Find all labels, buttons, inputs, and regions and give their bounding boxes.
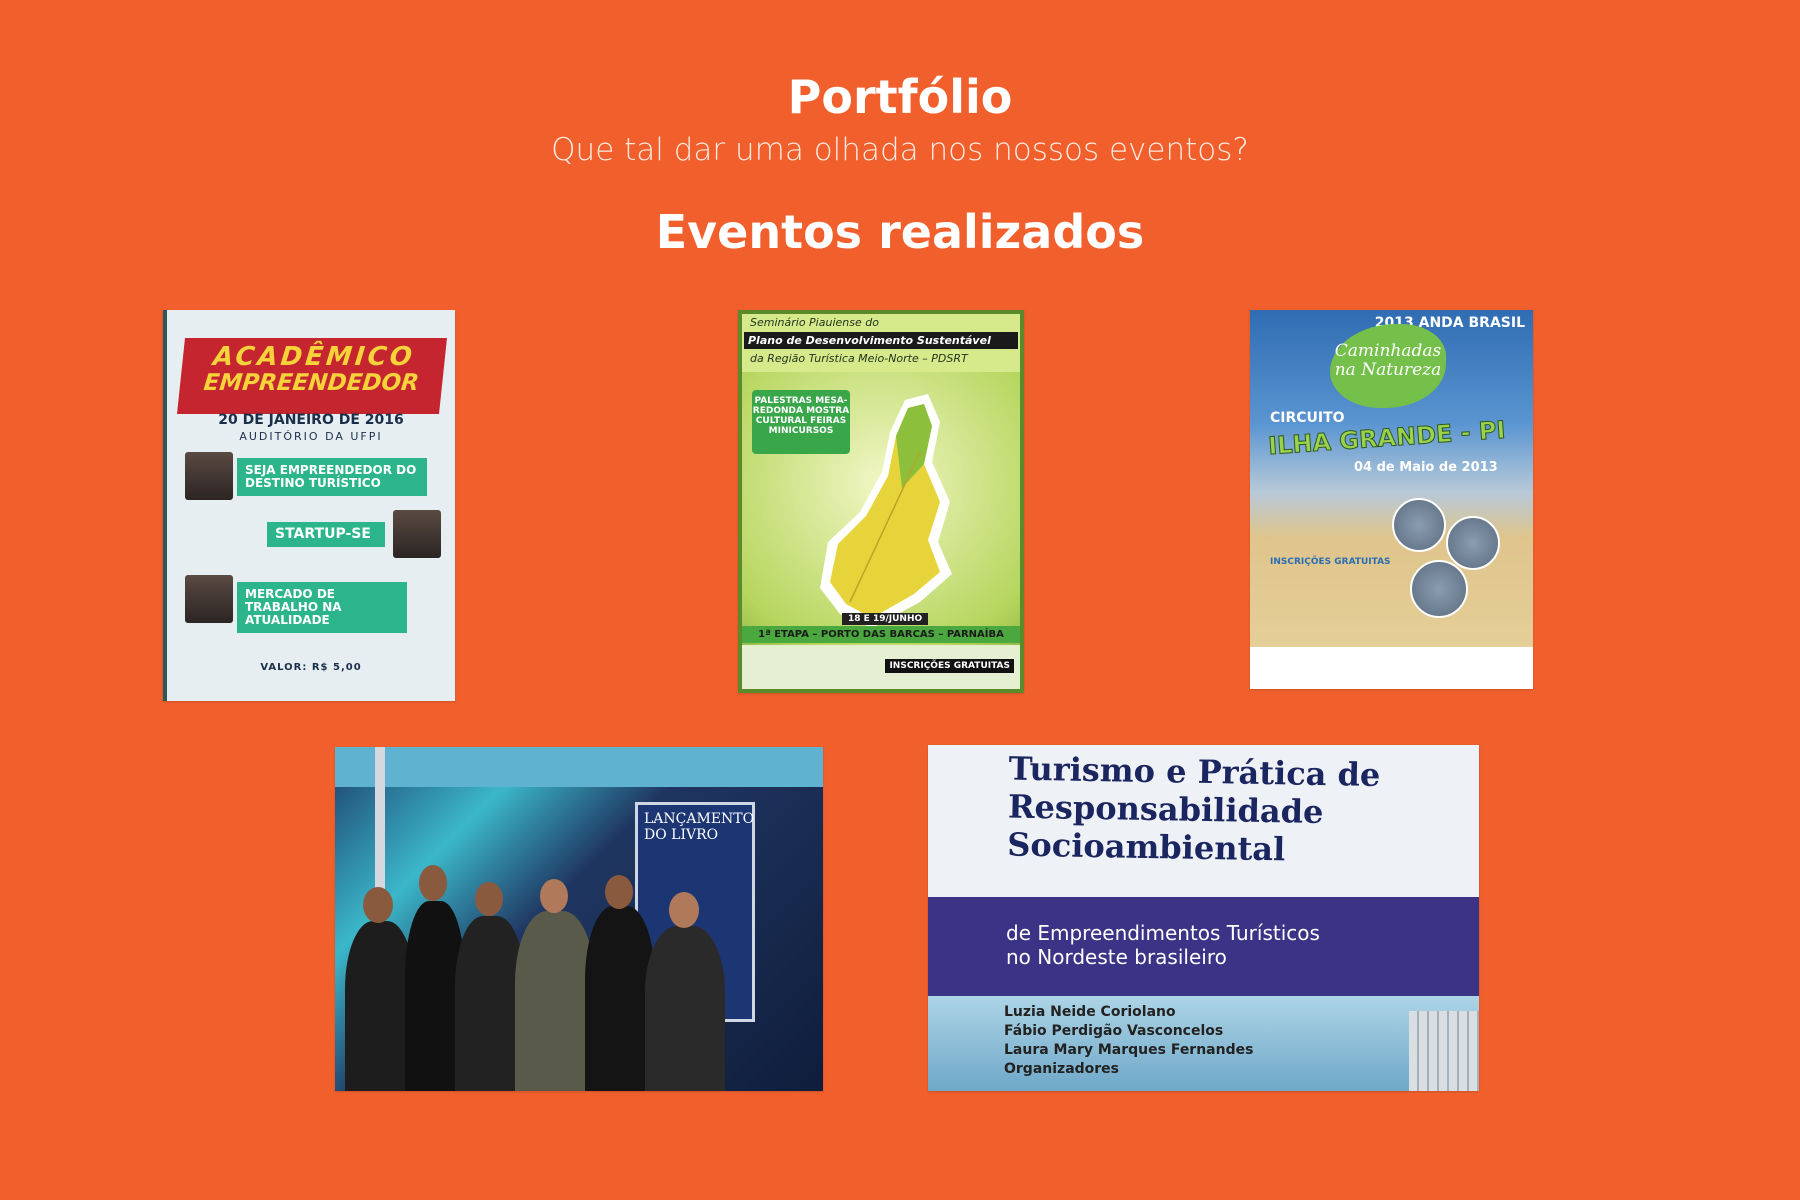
poster-circuit: CIRCUITO <box>1270 410 1345 426</box>
photo-circle <box>1446 516 1500 570</box>
speaker-photo <box>185 452 233 500</box>
poster-line-2: Plano de Desenvolvimento Sustentável <box>744 332 1018 349</box>
book-authors: Luzia Neide Coriolano Fábio Perdigão Vas… <box>1004 1003 1253 1079</box>
poster-header: Seminário Piauiense do Plano de Desenvol… <box>742 314 1020 372</box>
person <box>645 926 725 1091</box>
author-2: Fábio Perdigão Vasconcelos <box>1004 1023 1224 1039</box>
poster-sponsors <box>1250 647 1533 689</box>
book-subtitle-1: de Empreendimentos Turísticos <box>1006 921 1320 945</box>
poster-venue: AUDITÓRIO DA UFPI <box>239 430 383 443</box>
talk-2: STARTUP-SE <box>267 522 385 547</box>
poster-date: 04 de Maio de 2013 <box>1354 460 1498 475</box>
photo-circle <box>1410 560 1468 618</box>
activities-badge: PALESTRAS MESA-REDONDA MOSTRA CULTURAL F… <box>752 390 850 454</box>
person-head <box>540 879 568 913</box>
person-head <box>363 887 393 923</box>
person-head <box>669 892 699 928</box>
person <box>515 911 595 1091</box>
author-3: Laura Mary Marques Fernandes <box>1004 1042 1254 1058</box>
person-head <box>475 882 503 916</box>
talk-1: SEJA EMPREENDEDOR DO DESTINO TURÍSTICO <box>237 458 427 496</box>
poster-registration: INSCRIÇÕES GRATUITAS <box>885 659 1014 673</box>
book-subtitle-2: no Nordeste brasileiro <box>1006 945 1227 969</box>
event-photo-lancamento-livro[interactable]: LANÇAMENTO DO LIVRO <box>335 747 823 1091</box>
poster-date: 20 DE JANEIRO DE 2016 <box>218 412 404 428</box>
event-book-cover-turismo[interactable]: Turismo e Prática de Responsabilidade So… <box>928 745 1479 1091</box>
talk-3: MERCADO DE TRABALHO NA ATUALIDADE <box>237 582 407 633</box>
poster-stage: 1ª ETAPA – PORTO DAS BARCAS – PARNAÍBA <box>742 626 1020 643</box>
banner-line-1: ACADÊMICO <box>211 342 417 372</box>
speaker-photo <box>393 510 441 558</box>
ceiling <box>335 747 823 787</box>
page-subtitle: Que tal dar uma olhada nos nossos evento… <box>551 132 1249 168</box>
poster-price: VALOR: R$ 5,00 <box>260 662 362 673</box>
banner-text: LANÇAMENTO DO LIVRO <box>644 811 755 843</box>
person-head <box>419 865 447 901</box>
person-head <box>605 875 633 909</box>
page-title: Portfólio <box>787 70 1013 124</box>
section-title: Eventos realizados <box>655 205 1145 259</box>
speaker-photo <box>185 575 233 623</box>
caminhadas-badge: Caminhadas na Natureza <box>1330 324 1446 408</box>
poster-registration: INSCRIÇÕES GRATUITAS <box>1270 557 1391 567</box>
event-poster-academico-empreendedor[interactable]: ACADÊMICO EMPREENDEDOR 20 DE JANEIRO DE … <box>163 310 455 701</box>
banner-line-2: EMPREENDEDOR <box>202 370 421 396</box>
author-role: Organizadores <box>1004 1061 1120 1077</box>
author-1: Luzia Neide Coriolano <box>1004 1004 1176 1020</box>
poster-dates: 18 E 19/JUNHO <box>842 613 929 625</box>
poster-line-1: Seminário Piauiense do <box>750 316 879 329</box>
book-subtitle-band: de Empreendimentos Turísticos no Nordest… <box>928 897 1479 997</box>
photo-circle <box>1392 498 1446 552</box>
event-poster-seminario-pdsrt[interactable]: Seminário Piauiense do Plano de Desenvol… <box>738 310 1024 693</box>
buildings <box>1409 1011 1479 1091</box>
book-title: Turismo e Prática de Responsabilidade So… <box>1007 749 1381 869</box>
poster-banner: ACADÊMICO EMPREENDEDOR <box>177 338 447 414</box>
event-poster-caminhadas-natureza[interactable]: 2013 ANDA BRASIL Caminhadas na Natureza … <box>1250 310 1533 689</box>
poster-line-3: da Região Turística Meio-Norte – PDSRT <box>750 352 968 365</box>
